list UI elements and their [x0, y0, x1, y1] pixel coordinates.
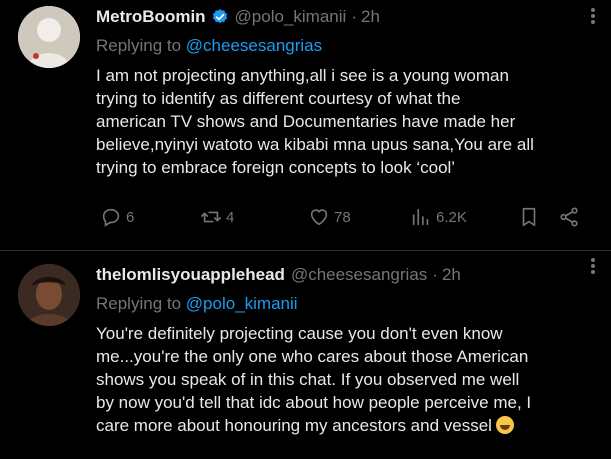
- retweet-icon: [201, 211, 221, 223]
- separator-dot: ·: [432, 265, 438, 284]
- tweet-metroboomin[interactable]: MetroBoomin @polo_kimanii · 2h Replying …: [0, 0, 611, 250]
- like-icon: [310, 209, 328, 226]
- timestamp[interactable]: 2h: [361, 7, 380, 27]
- tweet-header: thelomlisyouapplehead @cheesesangrias · …: [96, 262, 597, 288]
- grinning-sweat-emoji-icon: [495, 416, 514, 434]
- reply-icon: [102, 208, 120, 227]
- views-count: 6.2K: [436, 208, 467, 226]
- tweet-content: MetroBoomin @polo_kimanii · 2h Replying …: [96, 4, 597, 179]
- timestamp[interactable]: 2h: [442, 265, 461, 285]
- replying-to-label: Replying to: [96, 294, 182, 313]
- replying-to-label: Replying to: [96, 36, 182, 55]
- bookmark-icon: [522, 207, 536, 227]
- share-icon: [560, 207, 578, 227]
- replying-to-line: Replying to @cheesesangrias: [96, 36, 597, 60]
- tweet-content: thelomlisyouapplehead @cheesesangrias · …: [96, 262, 597, 437]
- display-name[interactable]: thelomlisyouapplehead: [96, 265, 285, 285]
- handle[interactable]: @polo_kimanii: [235, 7, 347, 27]
- tweet-text-content: You're definitely projecting cause you d…: [96, 324, 532, 435]
- like-count: 78: [334, 208, 351, 226]
- more-icon[interactable]: [585, 256, 601, 276]
- replying-to-line: Replying to @polo_kimanii: [96, 294, 597, 318]
- reply-count: 6: [126, 208, 135, 226]
- views-icon: [412, 208, 429, 226]
- views-button[interactable]: 6.2K: [410, 206, 467, 228]
- like-button[interactable]: 78: [308, 206, 351, 228]
- retweet-button[interactable]: 4: [200, 206, 234, 228]
- separator-dot: ·: [351, 7, 357, 26]
- tweet-header: MetroBoomin @polo_kimanii · 2h: [96, 4, 597, 30]
- tweet-text: I am not projecting anything,all i see i…: [96, 66, 534, 177]
- share-button[interactable]: [558, 206, 584, 228]
- tweet-text: You're definitely projecting cause you d…: [96, 322, 597, 437]
- display-name[interactable]: MetroBoomin: [96, 7, 206, 27]
- avatar[interactable]: [18, 264, 80, 326]
- verified-badge-icon: [211, 8, 229, 26]
- bookmark-button[interactable]: [518, 206, 544, 228]
- handle[interactable]: @cheesesangrias: [291, 265, 427, 285]
- mention-link[interactable]: @cheesesangrias: [186, 36, 322, 55]
- avatar[interactable]: [18, 6, 80, 68]
- tweet-actions: 6 4 78 6.2K: [100, 204, 587, 230]
- tweet-thelomlisyouapplehead[interactable]: thelomlisyouapplehead @cheesesangrias · …: [0, 250, 611, 459]
- reply-button[interactable]: 6: [100, 206, 134, 228]
- more-icon[interactable]: [585, 6, 601, 26]
- retweet-count: 4: [226, 208, 235, 226]
- mention-link[interactable]: @polo_kimanii: [186, 294, 298, 313]
